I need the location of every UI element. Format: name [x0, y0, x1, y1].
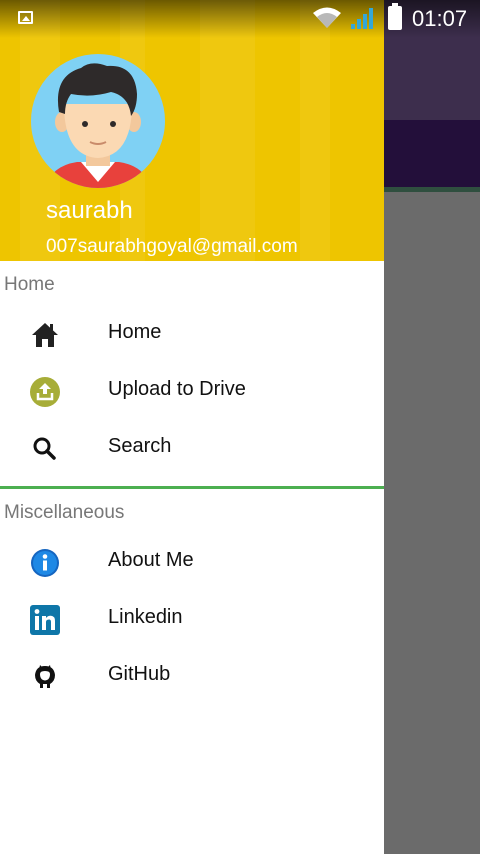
drawer-item-upload-to-drive[interactable]: Upload to Drive [0, 363, 384, 420]
drawer-header: saurabh 007saurabhgoyal@gmail.com [0, 0, 384, 261]
drawer-item-search[interactable]: Search [0, 420, 384, 477]
user-avatar-icon [45, 63, 151, 188]
drawer-item-label: Upload to Drive [108, 378, 246, 400]
gallery-icon [18, 11, 33, 24]
status-time: 01:07 [412, 6, 468, 31]
user-name: saurabh [46, 197, 133, 224]
drawer-item-github[interactable]: GitHub [0, 648, 384, 705]
section-divider [0, 486, 384, 489]
drawer-item-label: Home [108, 321, 162, 343]
avatar[interactable] [31, 54, 165, 188]
section-title-home: Home [4, 274, 55, 295]
github-icon [35, 665, 55, 688]
linkedin-icon [30, 605, 60, 635]
drawer-item-label: GitHub [108, 663, 171, 685]
drawer-item-label: Search [108, 435, 172, 457]
drawer-item-home[interactable]: Home [0, 306, 384, 363]
navigation-drawer: saurabh 007saurabhgoyal@gmail.com Home H… [0, 0, 384, 854]
section-title-miscellaneous: Miscellaneous [4, 502, 125, 523]
drawer-item-label: Linkedin [108, 606, 183, 628]
user-email: 007saurabhgoyal@gmail.com [46, 236, 298, 257]
drawer-item-about-me[interactable]: About Me [0, 534, 384, 591]
home-icon [32, 323, 58, 347]
signal-icon [351, 8, 373, 29]
info-icon [31, 549, 59, 577]
status-bar: 01:07 [0, 0, 480, 38]
wifi-icon [313, 7, 341, 28]
drawer-item-linkedin[interactable]: Linkedin [0, 591, 384, 648]
upload-icon [30, 377, 60, 407]
search-icon [33, 437, 56, 460]
battery-icon [388, 3, 402, 30]
drawer-item-label: About Me [108, 549, 194, 571]
